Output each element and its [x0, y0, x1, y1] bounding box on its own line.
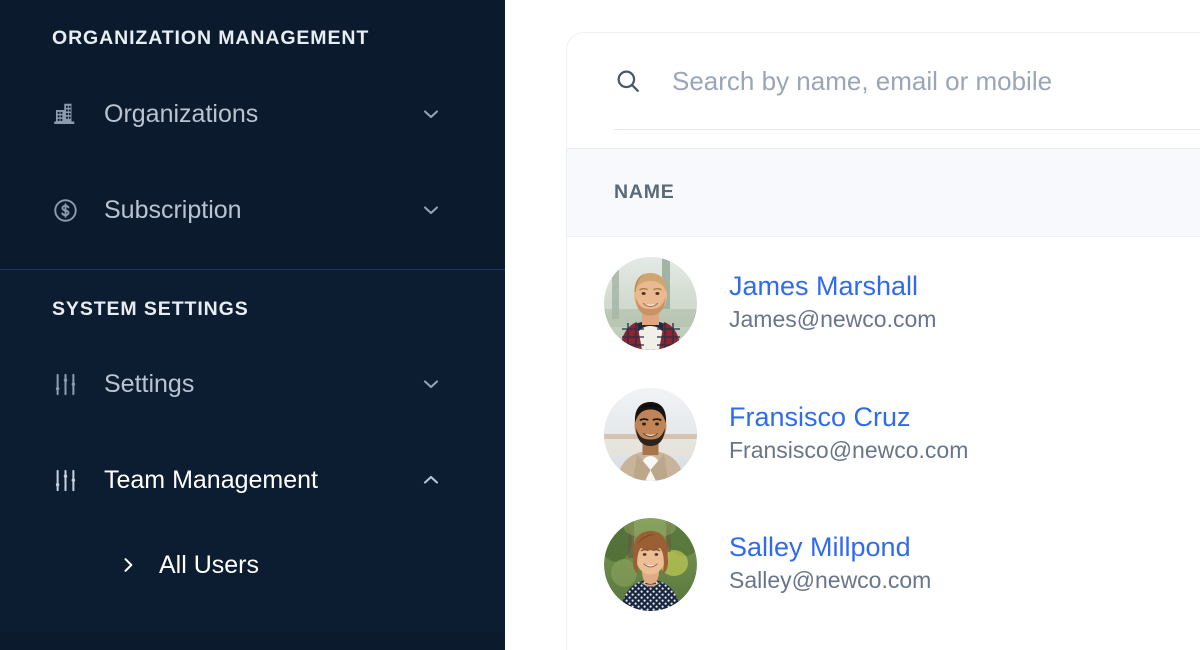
sidebar-item-label-organizations: Organizations — [104, 99, 259, 128]
avatar-james-marshall — [604, 256, 697, 350]
user-email: Fransisco@newco.com — [729, 436, 969, 463]
avatar-fransisco-cruz — [604, 387, 697, 481]
users-list: James Marshall James@newco.com Fransisco… — [567, 237, 1200, 629]
sliders-icon — [52, 371, 82, 398]
user-info: Salley Millpond Salley@newco.com — [697, 532, 931, 596]
main-content: NAME — [505, 0, 1200, 650]
search-input[interactable] — [672, 65, 1200, 97]
avatar-salley-millpond — [604, 517, 697, 611]
search-icon[interactable] — [614, 67, 642, 95]
app-root: ORGANIZATION MANAGEMENT Organizations Su… — [0, 0, 1200, 650]
table-header-row: NAME — [567, 148, 1200, 237]
user-email: James@newco.com — [729, 305, 937, 332]
table-row[interactable]: Salley Millpond Salley@newco.com — [567, 499, 1200, 629]
sidebar: ORGANIZATION MANAGEMENT Organizations Su… — [0, 0, 505, 650]
sidebar-item-label-settings: Settings — [104, 369, 195, 398]
chevron-down-icon[interactable] — [419, 372, 443, 396]
search-zone — [567, 33, 1200, 148]
user-info: James Marshall James@newco.com — [697, 271, 936, 335]
chevron-down-icon[interactable] — [419, 102, 443, 126]
user-email: Salley@newco.com — [729, 566, 932, 593]
users-card: NAME — [566, 32, 1200, 650]
building-icon — [52, 100, 82, 128]
sidebar-section-title-organization-management: ORGANIZATION MANAGEMENT — [52, 27, 370, 49]
sidebar-item-label-subscription: Subscription — [104, 195, 242, 224]
sidebar-item-organizations[interactable]: Organizations — [0, 86, 505, 142]
sidebar-item-team-management[interactable]: Team Management — [0, 452, 505, 508]
dollar-circle-icon — [52, 197, 82, 224]
table-row[interactable]: James Marshall James@newco.com — [567, 237, 1200, 369]
sidebar-section-title-system-settings: SYSTEM SETTINGS — [52, 298, 249, 320]
chevron-right-icon — [118, 555, 138, 575]
search-underline — [614, 129, 1200, 130]
chevron-up-icon[interactable] — [419, 468, 443, 492]
user-name-link[interactable]: Fransisco Cruz — [729, 402, 968, 434]
user-info: Fransisco Cruz Fransisco@newco.com — [697, 402, 968, 466]
sidebar-subitem-all-users[interactable]: All Users — [0, 541, 505, 589]
sidebar-section-system-settings: SYSTEM SETTINGS Settings Team Management… — [0, 270, 505, 632]
search-row[interactable] — [607, 33, 1200, 129]
table-row[interactable]: Fransisco Cruz Fransisco@newco.com — [567, 369, 1200, 499]
chevron-down-icon[interactable] — [419, 198, 443, 222]
sliders-icon — [52, 467, 82, 494]
column-header-name: NAME — [614, 181, 675, 203]
sidebar-item-settings[interactable]: Settings — [0, 356, 505, 412]
user-name-link[interactable]: Salley Millpond — [729, 532, 931, 564]
sidebar-item-label-team-management: Team Management — [104, 465, 319, 494]
user-name-link[interactable]: James Marshall — [729, 271, 936, 303]
sidebar-item-subscription[interactable]: Subscription — [0, 182, 505, 238]
sidebar-section-organization-management: ORGANIZATION MANAGEMENT Organizations Su… — [0, 0, 505, 238]
sidebar-subitem-label-all-users: All Users — [159, 550, 260, 579]
